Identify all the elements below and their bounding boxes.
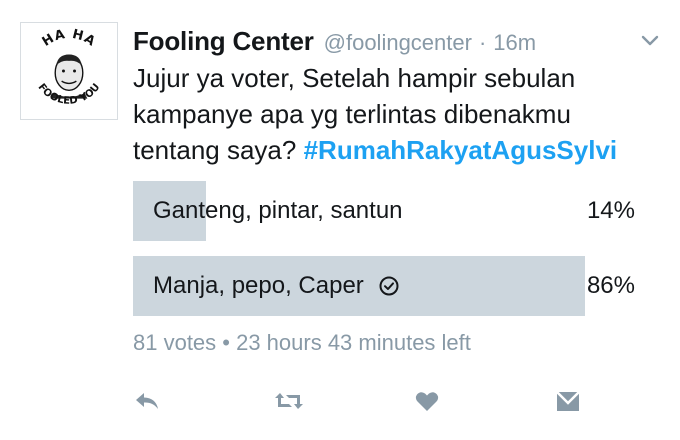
chevron-down-icon — [641, 35, 659, 46]
poll-meta: 81 votes • 23 hours 43 minutes left — [133, 330, 471, 355]
separator-dot: · — [478, 30, 487, 55]
tweet-header: Fooling Center @foolingcenter · 16m — [133, 26, 536, 57]
poll-option-text: Ganteng, pintar, santun — [153, 197, 403, 224]
poll-option-text: Manja, pepo, Caper — [153, 272, 364, 299]
timestamp[interactable]: 16m — [493, 30, 536, 56]
direct-message-icon — [556, 391, 580, 411]
display-name[interactable]: Fooling Center — [133, 26, 314, 57]
retweet-icon — [275, 393, 303, 409]
tweet-text: Jujur ya voter, Setelah hampir sebulan k… — [133, 60, 663, 168]
tweet-card: HA HA FOOLED YOU Fooling Center @fooling… — [0, 0, 680, 440]
poll-option-label: Manja, pepo, Caper — [153, 256, 400, 316]
avatar-image: HA HA FOOLED YOU — [36, 27, 103, 107]
user-handle[interactable]: @foolingcenter — [324, 30, 472, 56]
poll-option-1[interactable]: Ganteng, pintar, santun 14% — [133, 181, 643, 241]
poll-option-2[interactable]: Manja, pepo, Caper 86% — [133, 256, 643, 316]
avatar-top-text: HA HA — [40, 27, 98, 50]
retweet-button[interactable] — [272, 386, 306, 416]
poll-option-percent: 86% — [586, 272, 635, 299]
reply-button[interactable] — [130, 386, 164, 416]
hashtag-link[interactable]: #RumahRakyatAgusSylvi — [304, 135, 618, 165]
check-circle-icon — [378, 275, 400, 297]
poll-option-label: Ganteng, pintar, santun — [153, 181, 403, 241]
avatar[interactable]: HA HA FOOLED YOU — [20, 22, 118, 120]
more-options-button[interactable] — [636, 30, 664, 52]
like-button[interactable] — [410, 386, 444, 416]
like-icon — [415, 392, 439, 411]
poll-option-percent: 14% — [586, 197, 635, 224]
reply-icon — [136, 393, 158, 409]
svg-text:HA HA: HA HA — [40, 27, 99, 50]
direct-message-button[interactable] — [551, 386, 585, 416]
